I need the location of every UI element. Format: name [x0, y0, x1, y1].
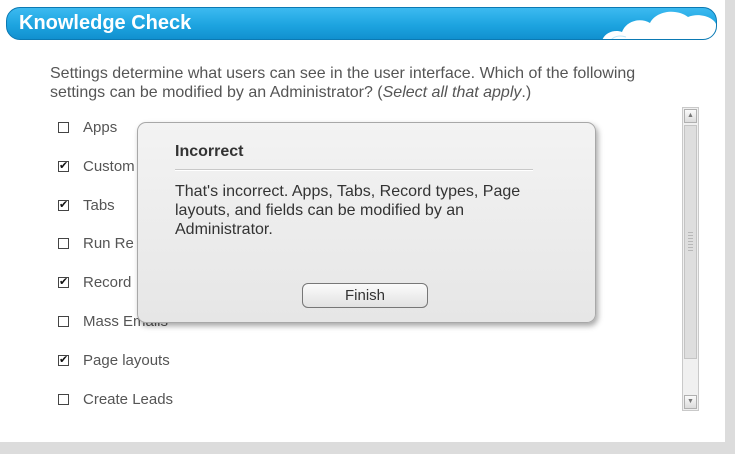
- option-custom[interactable]: ✔ Custom: [58, 156, 135, 176]
- finish-button[interactable]: Finish: [302, 283, 428, 308]
- check-mark-icon: ✔: [59, 353, 69, 366]
- checkbox[interactable]: [58, 121, 69, 133]
- scrollbar-thumb[interactable]: [684, 125, 697, 359]
- checkbox[interactable]: ✔: [58, 159, 69, 172]
- option-run-reports[interactable]: Run Re: [58, 233, 134, 253]
- arrow-up-icon[interactable]: ▲: [684, 109, 697, 123]
- check-mark-icon: ✔: [59, 198, 69, 211]
- dialog-divider: [175, 169, 533, 171]
- option-label: Tabs: [83, 196, 115, 214]
- option-create-leads[interactable]: Create Leads: [58, 389, 173, 409]
- option-label: Custom: [83, 157, 135, 175]
- option-apps[interactable]: Apps: [58, 117, 117, 137]
- option-label: Run Re: [83, 234, 134, 252]
- scrollbar[interactable]: ▲ ▼: [682, 107, 699, 411]
- option-record-types[interactable]: ✔ Record: [58, 272, 131, 292]
- question-end: .): [521, 84, 532, 101]
- check-mark-icon: ✔: [59, 275, 69, 288]
- header-bar: Knowledge Check: [6, 7, 717, 40]
- arrow-down-icon[interactable]: ▼: [684, 395, 697, 409]
- page-title: Knowledge Check: [19, 12, 192, 34]
- checkbox[interactable]: ✔: [58, 275, 69, 288]
- checkbox[interactable]: [58, 237, 69, 249]
- option-label: Apps: [83, 118, 118, 136]
- question-body: Settings determine what users can see in…: [50, 65, 636, 101]
- quiz-panel: Knowledge Check Settings determine what …: [0, 0, 725, 442]
- dialog-message: That's incorrect. Apps, Tabs, Record typ…: [175, 183, 521, 238]
- option-page-layouts[interactable]: ✔ Page layouts: [58, 350, 170, 370]
- checkbox[interactable]: [58, 315, 69, 327]
- feedback-dialog: Incorrect That's incorrect. Apps, Tabs, …: [137, 122, 596, 323]
- cloud-icon: [602, 11, 716, 39]
- checkbox[interactable]: [58, 393, 69, 405]
- checkbox[interactable]: ✔: [58, 198, 69, 211]
- option-label: Page layouts: [83, 351, 170, 369]
- dialog-title: Incorrect: [175, 143, 244, 160]
- option-label: Create Leads: [83, 390, 174, 408]
- option-tabs[interactable]: ✔ Tabs: [58, 195, 115, 215]
- check-mark-icon: ✔: [59, 159, 69, 172]
- checkbox[interactable]: ✔: [58, 353, 69, 366]
- option-label: Record: [83, 273, 132, 291]
- question-hint: Select all that apply: [382, 84, 522, 101]
- question-text: Settings determine what users can see in…: [50, 64, 660, 102]
